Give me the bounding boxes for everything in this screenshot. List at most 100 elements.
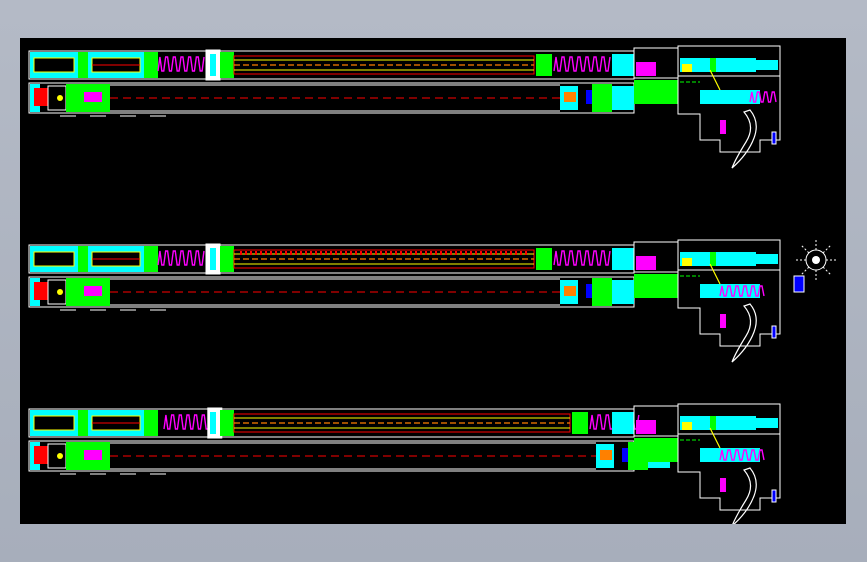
- barrel-rib: [305, 251, 307, 255]
- barrel-rib: [390, 251, 392, 255]
- detail-ray: [800, 266, 810, 276]
- barrel-rib: [260, 251, 262, 255]
- lower-pivot: [57, 453, 63, 459]
- upper-sleeve: [220, 410, 234, 436]
- trigger-housing-outline: [677, 269, 781, 347]
- barrel-rib: [335, 251, 337, 255]
- barrel-rib: [320, 251, 322, 255]
- trigger-pin: [771, 489, 777, 503]
- barrel-rib: [275, 251, 277, 255]
- upper-assembly: [28, 407, 640, 439]
- barrel-rib: [330, 251, 332, 255]
- receiver-end-plug: [756, 60, 778, 70]
- lower-valve-seat: [564, 286, 576, 296]
- barrel-rib: [290, 251, 292, 255]
- lower-pivot: [57, 95, 63, 101]
- barrel-rib: [340, 251, 342, 255]
- upper-assembly: [28, 243, 635, 275]
- detail-ray: [822, 266, 832, 276]
- spring-coil: [157, 250, 205, 266]
- detail-callout: [793, 238, 838, 293]
- lower-valve-stop: [586, 284, 592, 298]
- lower-piston: [34, 88, 48, 106]
- detail-ray: [822, 244, 832, 254]
- lower-pivot: [57, 289, 63, 295]
- upper-spring-left: [157, 250, 205, 266]
- lower-right-housing: [592, 84, 612, 112]
- barrel-rib: [500, 251, 502, 255]
- barrel-rib: [475, 251, 477, 255]
- upper-spring-left: [163, 414, 211, 430]
- barrel-rib: [520, 251, 522, 255]
- receiver-latch: [710, 58, 716, 72]
- barrel-rib: [370, 251, 372, 255]
- receiver-lower-block: [634, 438, 678, 462]
- barrel-rib: [510, 251, 512, 255]
- barrel-rib: [445, 251, 447, 255]
- barrel-rib: [395, 251, 397, 255]
- upper-joint-block: [78, 246, 88, 272]
- lower-assembly: [28, 82, 635, 117]
- receiver-bolt-stop: [682, 422, 692, 430]
- upper-sleeve: [220, 52, 234, 78]
- receiver-sear: [636, 62, 656, 76]
- barrel-rib: [430, 251, 432, 255]
- upper-coupler-core: [210, 248, 216, 270]
- detail-ray: [800, 244, 810, 254]
- receiver-sear: [636, 420, 656, 434]
- barrel-rib: [345, 251, 347, 255]
- lower-plunger: [84, 450, 102, 460]
- barrel-rib: [350, 251, 352, 255]
- barrel-rib: [355, 251, 357, 255]
- upper-joint-block: [78, 410, 88, 436]
- receiver-lower-block: [634, 80, 678, 104]
- upper-spring-right: [553, 56, 611, 72]
- cad-drawing-canvas[interactable]: [20, 38, 846, 524]
- upper-collar: [144, 246, 158, 272]
- upper-end-window: [33, 415, 75, 431]
- upper-assembly: [28, 49, 635, 81]
- lower-valve-stop: [586, 90, 592, 104]
- trigger-stop: [720, 120, 726, 134]
- barrel-rib: [240, 251, 242, 255]
- barrel-rib: [450, 251, 452, 255]
- barrel-rib: [410, 251, 412, 255]
- trigger-lever: [731, 303, 757, 363]
- trigger-pin: [771, 131, 777, 145]
- upper-end-window: [33, 251, 75, 267]
- barrel-rib: [295, 251, 297, 255]
- barrel-rib: [425, 251, 427, 255]
- cad-drawing-svg: [28, 45, 838, 524]
- receiver-end-plug: [756, 418, 778, 428]
- barrel-rib: [280, 251, 282, 255]
- lower-piston: [34, 282, 48, 300]
- upper-coupler-core: [210, 54, 216, 76]
- detail-center: [812, 256, 820, 264]
- lower-piston: [34, 446, 48, 464]
- trigger-lever: [731, 109, 757, 169]
- barrel-rib: [505, 251, 507, 255]
- trigger-housing-outline: [677, 433, 781, 511]
- receiver-latch: [710, 252, 716, 266]
- barrel-rib: [265, 251, 267, 255]
- receiver-end-plug: [756, 254, 778, 264]
- barrel-rib: [270, 251, 272, 255]
- barrel-rib: [285, 251, 287, 255]
- trigger-link: [709, 427, 721, 449]
- spring-coil: [157, 56, 205, 72]
- trigger-link: [709, 69, 721, 91]
- barrel-rib: [485, 251, 487, 255]
- upper-coupler-core: [210, 412, 216, 434]
- trigger-stop: [720, 478, 726, 492]
- barrel-rib: [490, 251, 492, 255]
- mechanism-view-3: [28, 403, 781, 524]
- barrel-rib: [245, 251, 247, 255]
- barrel-rib: [310, 251, 312, 255]
- barrel-rib: [365, 251, 367, 255]
- upper-right-block: [612, 248, 634, 270]
- receiver-bolt-stop: [682, 258, 692, 266]
- barrel-rib: [360, 251, 362, 255]
- upper-right-collar: [572, 412, 588, 434]
- mechanism-view-1: [28, 45, 781, 169]
- upper-joint-block: [78, 52, 88, 78]
